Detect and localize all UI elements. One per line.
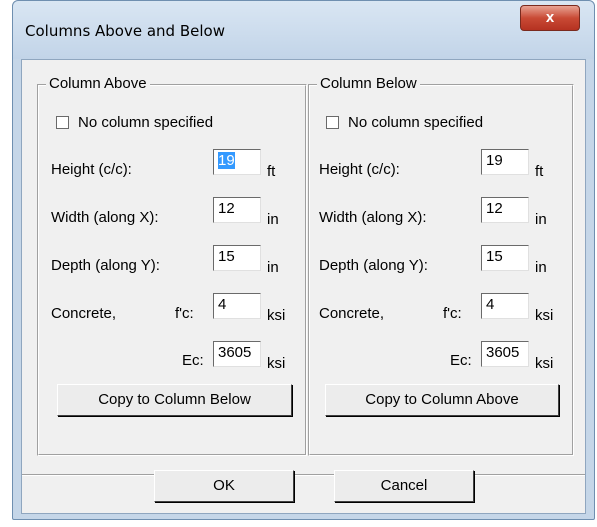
dialog-client-area: Column Above No column specified Height … xyxy=(21,59,586,514)
height-below-input[interactable]: 19 xyxy=(481,149,529,175)
height-below-unit: ft xyxy=(535,163,544,180)
width-above-unit: in xyxy=(267,211,279,228)
height-above-label: Height (c/c): xyxy=(51,161,132,178)
no-column-above-checkbox[interactable] xyxy=(56,116,69,129)
no-column-below-label: No column specified xyxy=(348,114,484,131)
width-above-label: Width (along X): xyxy=(51,209,159,226)
ec-above-input[interactable]: 3605 xyxy=(213,341,261,367)
depth-above-label: Depth (along Y): xyxy=(51,257,160,274)
column-above-group: Column Above No column specified Height … xyxy=(37,74,307,456)
close-icon: x xyxy=(545,9,555,26)
fc-above-label: f'c: xyxy=(175,305,194,322)
fc-above-unit: ksi xyxy=(267,307,286,324)
depth-below-label: Depth (along Y): xyxy=(319,257,428,274)
footer-separator xyxy=(22,474,585,476)
dialog-window: Columns Above and Below x Column Above N… xyxy=(12,0,595,520)
depth-above-input[interactable]: 15 xyxy=(213,245,261,271)
depth-above-unit: in xyxy=(267,259,279,276)
height-above-input[interactable]: 19 xyxy=(213,149,261,175)
fc-below-input[interactable]: 4 xyxy=(481,293,529,319)
width-below-label: Width (along X): xyxy=(319,209,427,226)
column-below-group: Column Below No column specified Height … xyxy=(308,74,574,456)
concrete-below-label: Concrete, xyxy=(319,305,385,322)
ec-below-input[interactable]: 3605 xyxy=(481,341,529,367)
depth-below-input[interactable]: 15 xyxy=(481,245,529,271)
ec-above-label: Ec: xyxy=(182,352,204,369)
fc-below-unit: ksi xyxy=(535,307,554,324)
no-column-above-label: No column specified xyxy=(78,114,214,131)
width-above-input[interactable]: 12 xyxy=(213,197,261,223)
window-title: Columns Above and Below xyxy=(25,22,225,40)
fc-below-label: f'c: xyxy=(443,305,462,322)
title-bar[interactable]: Columns Above and Below x xyxy=(13,1,594,59)
fc-above-input[interactable]: 4 xyxy=(213,293,261,319)
depth-below-unit: in xyxy=(535,259,547,276)
ec-below-unit: ksi xyxy=(535,355,554,372)
height-above-unit: ft xyxy=(267,163,276,180)
column-above-legend: Column Above xyxy=(46,74,150,94)
copy-to-column-above-button[interactable]: Copy to Column Above xyxy=(325,384,559,416)
no-column-below-checkbox[interactable] xyxy=(326,116,339,129)
height-below-label: Height (c/c): xyxy=(319,161,400,178)
concrete-above-label: Concrete, xyxy=(51,305,117,322)
column-below-legend: Column Below xyxy=(317,74,420,94)
width-below-input[interactable]: 12 xyxy=(481,197,529,223)
width-below-unit: in xyxy=(535,211,547,228)
ec-below-label: Ec: xyxy=(450,352,472,369)
cancel-button[interactable]: Cancel xyxy=(334,470,474,502)
close-button[interactable]: x xyxy=(520,5,580,31)
ec-above-unit: ksi xyxy=(267,355,286,372)
ok-button[interactable]: OK xyxy=(154,470,294,502)
copy-to-column-below-button[interactable]: Copy to Column Below xyxy=(57,384,292,416)
